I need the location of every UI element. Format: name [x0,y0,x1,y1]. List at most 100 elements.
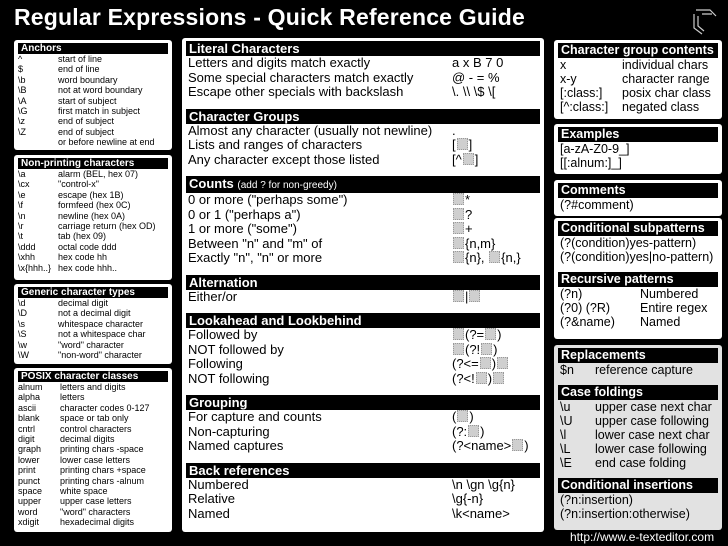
section-header: Comments [558,183,718,198]
list-item: \W "non-word" character [14,350,172,360]
list-item: x-y character range [554,72,722,86]
table-row: Almost any character (usually not newlin… [182,122,544,139]
section-header: Conditional subpatterns [558,221,718,236]
syntax: (?n:insertion) [560,493,633,507]
description: character codes 0-127 [60,402,150,413]
section-header: POSIX character classes [18,371,168,382]
description: word boundary [58,74,118,85]
syntax-key: \e [18,189,26,200]
section-header: Recursive patterns [558,272,718,287]
list-item: (?&name) Named [554,315,722,329]
description: not a decimal digit [58,308,131,319]
description: Almost any character (usually not newlin… [188,122,433,138]
syntax-key: \G [18,106,28,117]
page-title: Regular Expressions - Quick Reference Gu… [14,4,525,30]
description: "control-x" [58,179,99,190]
description: decimal digit [58,298,109,308]
examples-panel: Examples [a-zA-Z0-9_] [[:alnum:]_] [554,124,722,174]
description: "non-word" character [58,350,142,361]
list-item: (?(condition)yes-pattern) [554,236,722,250]
list-item: \z end of subject [14,116,172,126]
e-texteditor-logo-icon [693,9,717,35]
generic-types-panel: Generic character types \d decimal digit \… [14,284,172,364]
table-row: 1 or more ("some") + [182,221,544,237]
description: Entire regex [640,301,708,315]
description: 0 or 1 ("perhaps a") [188,206,301,222]
description: Numbered [640,287,699,301]
syntax: . [452,122,456,138]
table-row: NOT followed by (?!) [182,342,544,358]
table-row: Escape other specials with backslash \. \… [182,84,544,100]
syntax-key: \ddd [18,241,36,252]
syntax-key: digit [18,434,35,445]
description: not a whitespace char [58,329,146,340]
list-item: graph printing chars -space [14,444,172,454]
recursive-patterns-section: Recursive patterns (?n) Numbered (?0) (?R) E… [554,272,722,329]
placeholder-box [485,328,497,340]
placeholder-box [456,138,468,150]
description: escape (hex 1B) [58,189,124,200]
syntax: (?n:insertion:otherwise) [560,507,690,521]
list-item: xdigit hexadecimal digits [14,517,172,527]
syntax: ? [452,207,472,223]
list-item: \B not at word boundary [14,85,172,95]
lookahead-and-lookbehind-section: Lookahead and Lookbehind Followed by (?=) N… [182,313,544,386]
list-item: or before newline at end [14,137,172,147]
table-row: Named captures (?<name>) [182,438,544,454]
syntax-key: \W [18,350,29,361]
list-item: [[:alnum:]_] [554,156,722,170]
list-item: \Z end of subject [14,127,172,137]
list-item: \r carriage return (hex OD) [14,221,172,231]
syntax-key: \z [18,116,26,127]
syntax-key: \L [560,442,571,456]
list-item: space white space [14,486,172,496]
description: Numbered [188,476,249,492]
syntax: \. \\ \$ \[ [452,84,496,99]
syntax: (?<!) [452,371,505,387]
section-header: Lookahead and Lookbehind [186,313,540,328]
syntax-key: \t [18,231,24,242]
syntax-key: print [18,465,36,476]
description: Named captures [188,438,284,453]
case-foldings-section: Case foldings \u upper case next char \U upp… [554,385,722,470]
syntax: {n}, {n,} [452,250,521,266]
list-item: \n newline (hex 0A) [14,211,172,221]
syntax-key: \x{hhh..} [18,262,52,273]
section-title: Lookahead and Lookbehind [189,313,362,328]
description: tab (hex 09) [58,231,107,242]
syntax: \n \gn \g{n} [452,476,515,492]
description: character range [622,72,710,86]
table-row: Some special characters match exactly @ -… [182,70,544,86]
table-row: Either/or | [182,289,544,305]
section-header: Replacements [558,348,718,363]
syntax-key: \B [18,85,27,96]
list-item: (?n) Numbered [554,287,722,301]
syntax-key: \Z [18,126,26,137]
description: end of subject [58,126,115,137]
description: 1 or more ("some") [188,221,297,236]
table-row: Letters and digits match exactly a x B 7 … [182,55,544,71]
syntax-key: \A [18,95,27,106]
syntax-key: \d [18,298,26,308]
list-item: \t tab (hex 09) [14,231,172,241]
placeholder-box [468,424,480,437]
description: Letters and digits match exactly [188,55,371,70]
description: lower case next char [595,428,710,442]
list-item: $n reference capture [554,363,722,377]
placeholder-box [493,371,505,384]
syntax-key: x [560,58,567,72]
syntax-key: (?n) [560,287,583,301]
description: space or tab only [60,413,129,424]
table-row: 0 or 1 ("perhaps a")? [182,206,544,223]
section-header: Generic character types [18,287,168,298]
syntax-key: \l [560,428,567,442]
section-title: Alternation [189,274,258,290]
description: end of subject [58,116,115,127]
syntax: (?<=) [452,356,509,372]
list-item: (?(condition)yes|no-pattern) [554,250,722,264]
description: Any character except those listed [188,151,380,167]
footer-url-link[interactable]: http://www.e-texteditor.com [570,530,714,544]
description: hex code hhh.. [58,262,118,273]
list-item: \e escape (hex 1B) [14,190,172,200]
description: end case folding [595,456,687,470]
